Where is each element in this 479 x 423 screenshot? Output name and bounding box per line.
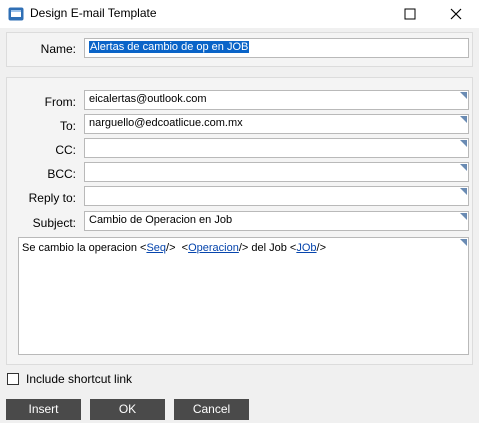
include-shortcut-label[interactable]: Include shortcut link	[26, 372, 132, 386]
to-field[interactable]: narguello@edcoatlicue.com.mx	[84, 114, 469, 134]
field-corner-icon[interactable]	[460, 92, 467, 99]
from-field[interactable]: eicalertas@outlook.com	[84, 90, 469, 110]
reply-to-field[interactable]	[84, 186, 469, 206]
include-shortcut-checkbox[interactable]	[7, 373, 19, 385]
operacion-tag-link[interactable]: Operacion	[188, 242, 239, 254]
seq-tag-link[interactable]: Seq	[146, 242, 166, 254]
bcc-label: BCC:	[47, 167, 76, 181]
bcc-field[interactable]	[84, 162, 469, 182]
body-text: Se cambio la operacion	[22, 242, 141, 254]
name-field[interactable]: Alertas de cambio de op en JOB	[84, 38, 469, 58]
subject-label: Subject:	[32, 216, 76, 230]
body-text: del Job	[248, 242, 290, 254]
name-value: Alertas de cambio de op en JOB	[89, 41, 250, 53]
close-button[interactable]	[433, 0, 479, 28]
subject-field[interactable]: Cambio de Operacion en Job	[84, 211, 469, 231]
maximize-icon	[404, 8, 416, 20]
cc-field[interactable]	[84, 138, 469, 158]
field-corner-icon[interactable]	[460, 140, 467, 147]
to-value: narguello@edcoatlicue.com.mx	[89, 117, 243, 129]
name-label: Name:	[40, 42, 76, 56]
field-corner-icon[interactable]	[460, 116, 467, 123]
cancel-button[interactable]: Cancel	[174, 399, 249, 420]
reply-to-label: Reply to:	[28, 191, 76, 205]
tag-close: />	[316, 242, 327, 254]
field-corner-icon[interactable]	[460, 239, 467, 246]
tag-close: />	[166, 242, 176, 254]
subject-value: Cambio de Operacion en Job	[89, 214, 233, 226]
app-icon	[8, 7, 24, 21]
cc-label: CC:	[55, 143, 76, 157]
ok-button[interactable]: OK	[90, 399, 165, 420]
insert-button[interactable]: Insert	[6, 399, 81, 420]
window-title: Design E-mail Template	[30, 6, 157, 20]
close-icon	[450, 8, 462, 20]
field-corner-icon[interactable]	[460, 213, 467, 220]
job-tag-link[interactable]: JOb	[296, 242, 316, 254]
body-editor[interactable]: Se cambio la operacion <Seq/> <Operacion…	[18, 237, 469, 355]
from-value: eicalertas@outlook.com	[89, 93, 207, 105]
title-bar: Design E-mail Template	[0, 0, 479, 28]
field-corner-icon[interactable]	[460, 188, 467, 195]
field-corner-icon[interactable]	[460, 164, 467, 171]
tag-close: />	[238, 242, 249, 254]
to-label: To:	[59, 119, 76, 133]
maximize-button[interactable]	[387, 0, 433, 28]
from-label: From:	[44, 95, 76, 109]
